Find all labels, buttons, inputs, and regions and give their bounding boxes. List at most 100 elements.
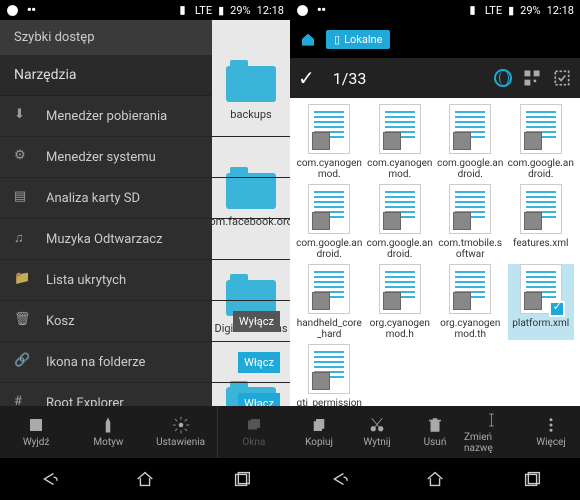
signal-icon: ▮ xyxy=(218,4,224,17)
file-name: com.google.android. xyxy=(437,158,504,180)
select-all-icon[interactable] xyxy=(552,68,572,88)
item-label: Menedżer pobierania xyxy=(46,109,167,124)
recents-button[interactable] xyxy=(521,468,543,490)
status-bar: LTE ▮ 29% 12:18 xyxy=(0,0,290,20)
file-icon xyxy=(449,104,491,154)
file-name: platform.xml xyxy=(512,318,569,329)
home-icon[interactable] xyxy=(300,31,316,47)
file-icon xyxy=(520,104,562,154)
file-icon xyxy=(449,184,491,234)
nav-bar xyxy=(0,458,290,500)
file-item[interactable]: org.cyanogenmod.h xyxy=(367,264,434,340)
home-button[interactable] xyxy=(424,468,446,490)
file-name: com.cyanogenmod. xyxy=(367,158,434,180)
vibrate-icon xyxy=(176,4,189,17)
file-item[interactable]: features.xml xyxy=(508,184,575,260)
item-icon: ⚙ xyxy=(14,148,32,166)
more-button[interactable]: Więcej xyxy=(522,406,580,458)
toggle-5[interactable]: Wyłącz xyxy=(233,311,280,332)
file-item[interactable]: com.cyanogenmod. xyxy=(367,104,434,180)
file-item[interactable]: platform.xml xyxy=(508,264,575,340)
nav-bar xyxy=(290,458,580,500)
file-icon xyxy=(520,264,562,314)
network-label: LTE xyxy=(485,4,502,17)
copy-button[interactable]: Kopiuj xyxy=(290,406,348,458)
toggle-6[interactable]: Włącz xyxy=(238,352,280,373)
item-icon: 🔗 xyxy=(14,353,32,371)
file-item[interactable]: org.cyanogenmod.th xyxy=(437,264,504,340)
menu-item-0[interactable]: ⬇Menedżer pobierania xyxy=(0,96,290,137)
file-name: com.google.android. xyxy=(508,158,575,180)
back-button[interactable] xyxy=(327,468,349,490)
file-item[interactable]: com.google.android. xyxy=(437,104,504,180)
file-item[interactable]: com.google.android. xyxy=(508,104,575,180)
file-name: features.xml xyxy=(513,238,568,249)
file-icon xyxy=(379,104,421,154)
settings-button[interactable]: Ustawienia xyxy=(145,406,217,458)
file-item[interactable]: com.cyanogenmod. xyxy=(296,104,363,180)
file-name: com.cyanogenmod. xyxy=(296,158,363,180)
menu-item-4[interactable]: 📁Lista ukrytych xyxy=(0,260,290,301)
file-item[interactable]: com.tmobile.softwar xyxy=(437,184,504,260)
item-icon: 📁 xyxy=(14,271,32,289)
delete-button[interactable]: Usuń xyxy=(406,406,464,458)
file-icon xyxy=(449,264,491,314)
file-icon xyxy=(379,264,421,314)
file-icon xyxy=(520,184,562,234)
item-icon: ♫ xyxy=(14,230,32,248)
action-bar: ▯ Lokalne xyxy=(290,20,580,58)
recents-button[interactable] xyxy=(231,468,253,490)
vibrate-icon xyxy=(466,4,479,17)
battery-label: 29% xyxy=(520,4,540,17)
menu-item-1[interactable]: ⚙ Menedżer systemu xyxy=(0,137,290,178)
theme-button[interactable]: Motyw xyxy=(72,406,144,458)
messenger-icon xyxy=(6,4,19,17)
qr-icon[interactable] xyxy=(522,68,542,88)
sdcard-icon: ▯ xyxy=(334,33,340,46)
file-icon xyxy=(308,344,350,394)
back-button[interactable] xyxy=(37,468,59,490)
selection-count: 1/33 xyxy=(333,69,484,88)
menu-item-5[interactable]: 🗑 Kosz Wyłącz xyxy=(0,301,290,342)
cyanogen-icon xyxy=(315,4,328,17)
tab-local[interactable]: ▯ Lokalne xyxy=(326,30,390,49)
check-icon[interactable]: ✓ xyxy=(298,66,315,90)
item-label: Muzyka Odtwarzacz xyxy=(46,232,163,247)
file-name: handheld_core_hard xyxy=(296,318,363,340)
home-button[interactable] xyxy=(134,468,156,490)
item-icon: 🗑 xyxy=(14,312,32,330)
bottom-bar: Wyjdź Motyw Ustawienia Okna xyxy=(0,406,290,458)
rename-button[interactable]: Zmień nazwę xyxy=(464,406,522,458)
phone-left: LTE ▮ 29% 12:18 backupscom.facebook.orca… xyxy=(0,0,290,500)
file-icon xyxy=(308,104,350,154)
file-item[interactable]: com.google.android. xyxy=(367,184,434,260)
file-name: com.google.android. xyxy=(367,238,434,260)
item-label: Ikona na folderze xyxy=(46,355,145,370)
network-label: LTE xyxy=(195,4,212,17)
file-item[interactable]: qti_permissions.xml xyxy=(296,344,363,406)
file-icon xyxy=(379,184,421,234)
section-label: Narzędzia xyxy=(14,67,76,83)
file-name: org.cyanogenmod.th xyxy=(437,318,504,340)
menu-item-6[interactable]: 🔗 Ikona na folderze Włącz xyxy=(0,342,290,383)
file-name: qti_permissions.xml xyxy=(296,398,363,406)
item-label: Menedżer systemu xyxy=(46,150,156,165)
windows-button[interactable]: Okna xyxy=(217,406,290,458)
time-label: 12:18 xyxy=(257,4,284,17)
cut-button[interactable]: Wytnij xyxy=(348,406,406,458)
item-label: Kosz xyxy=(46,314,75,329)
phone-right: LTE ▮ 29% 12:18 ▯ Lokalne ✓ 1/33 com.cya… xyxy=(290,0,580,500)
exit-button[interactable]: Wyjdź xyxy=(0,406,72,458)
time-label: 12:18 xyxy=(547,4,574,17)
cyanogen-icon xyxy=(25,4,38,17)
check-icon xyxy=(549,301,565,317)
item-icon: ▤ xyxy=(14,189,32,207)
menu-item-3[interactable]: ♫ Muzyka Odtwarzacz xyxy=(0,219,290,260)
globe-icon[interactable] xyxy=(494,69,512,87)
file-name: org.cyanogenmod.h xyxy=(367,318,434,340)
file-item[interactable]: handheld_core_hard xyxy=(296,264,363,340)
status-bar: LTE ▮ 29% 12:18 xyxy=(290,0,580,20)
file-item[interactable]: com.google.android. xyxy=(296,184,363,260)
file-icon xyxy=(308,184,350,234)
menu-item-2[interactable]: ▤Analiza karty SD xyxy=(0,178,290,219)
